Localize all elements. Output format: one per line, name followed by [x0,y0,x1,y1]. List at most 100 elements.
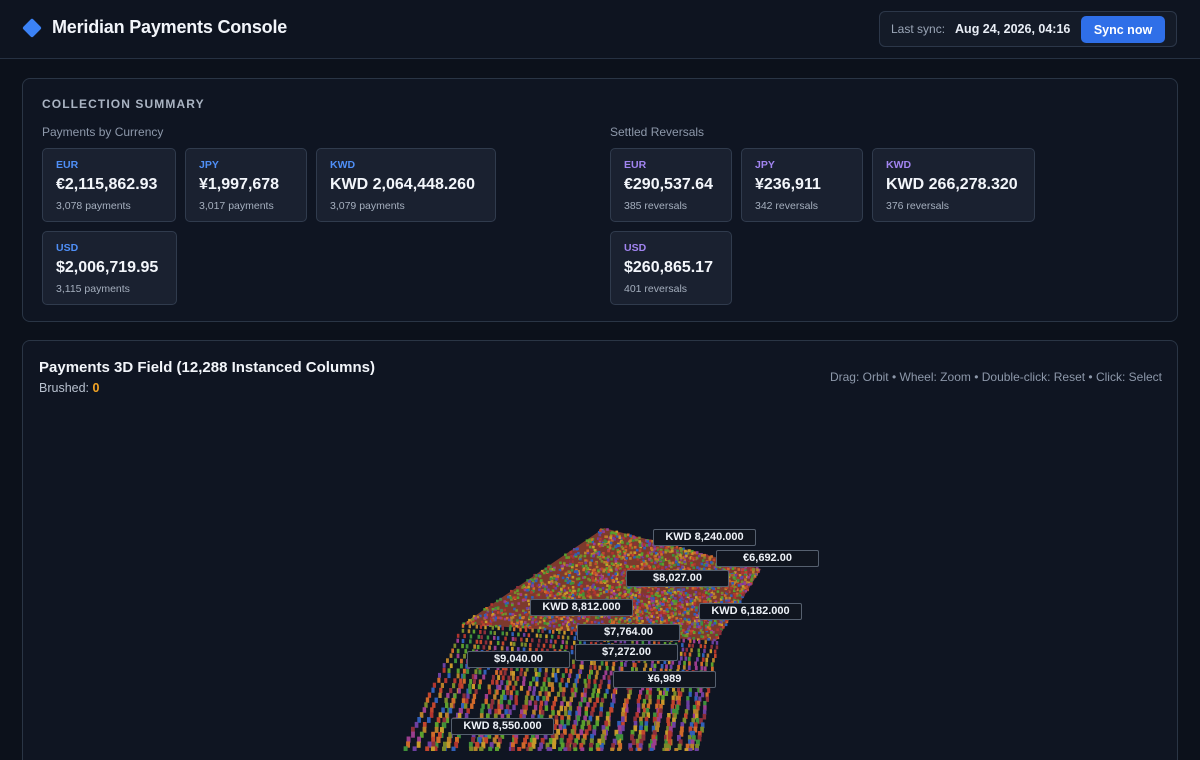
payment-card-eur[interactable]: EUR €2,115,862.93 3,078 payments [42,148,176,222]
value-label[interactable]: KWD 8,812.000 [530,599,633,616]
field-column [677,664,680,670]
value-label[interactable]: $8,027.00 [626,570,729,587]
field-column [452,683,456,689]
field-column [669,596,673,599]
field-column [686,593,689,597]
field-column [652,565,655,568]
field-column [635,602,639,606]
field-column [645,595,649,598]
field-column [670,607,674,610]
field-column [560,644,563,649]
field-column [475,639,479,644]
field-column [556,691,561,697]
field-column [446,692,450,699]
field-column [529,681,533,687]
field-column [646,589,650,593]
field-column [484,698,488,705]
sync-now-button[interactable]: Sync now [1081,16,1165,43]
field-column [589,566,592,569]
field-column [517,602,521,605]
field-column [456,648,460,654]
value-label[interactable]: KWD 8,240.000 [653,529,756,546]
field-column [722,626,725,629]
field-column [640,616,643,620]
field-column [700,661,703,667]
field-column [648,611,651,615]
field-column [705,628,708,631]
field-column [465,644,469,649]
field-column [535,633,539,638]
field-column [605,535,608,539]
field-column [597,688,601,694]
field-column [650,615,653,618]
field-column [737,568,741,571]
field-column [551,615,554,619]
field-column [615,555,619,559]
field-column [676,557,679,560]
field-column [572,683,576,689]
value-label[interactable]: KWD 8,550.000 [451,718,554,735]
reversal-card-jpy[interactable]: JPY ¥236,911 342 reversals [741,148,863,222]
field-column [649,747,654,751]
field-column [552,630,555,634]
payment-card-kwd[interactable]: KWD KWD 2,064,448.260 3,079 payments [316,148,496,222]
field-column [461,624,465,628]
field-column [616,544,619,547]
field-column [565,564,569,567]
value-label[interactable]: $7,764.00 [577,624,680,641]
field-column [524,595,528,599]
field-column [667,599,671,602]
reversal-card-kwd[interactable]: KWD KWD 266,278.320 376 reversals [872,148,1035,222]
field-column [643,554,646,558]
field-column [681,588,685,591]
field-column [660,553,663,556]
field-column [751,570,755,574]
field-column [623,620,627,623]
field-column [532,690,536,696]
field-column [476,615,480,619]
field-column [444,697,448,704]
field-column [500,704,504,710]
value-label[interactable]: KWD 6,182.000 [699,603,802,620]
field-column [694,665,698,671]
card-count: 3,078 payments [56,200,131,212]
field-column [587,615,591,619]
field-column [591,576,594,579]
field-column [561,564,565,568]
field-column [468,688,472,694]
field-column [693,625,696,628]
columns-3d-canvas[interactable] [23,341,1177,751]
field-column [611,579,615,582]
field-column [623,552,627,555]
field-column [606,545,610,549]
reversal-card-eur[interactable]: EUR €290,537.64 385 reversals [610,148,732,222]
field-column [668,606,671,610]
field-column [695,606,698,609]
field-column [531,628,534,633]
payment-card-jpy[interactable]: JPY ¥1,997,678 3,017 payments [185,148,307,222]
field-column [579,591,583,594]
value-label[interactable]: $7,272.00 [575,644,678,661]
reversal-card-usd[interactable]: USD $260,865.17 401 reversals [610,231,732,305]
field-column [744,578,747,581]
field-column [570,650,574,655]
field-column [491,608,495,611]
field-column [650,608,654,611]
field-column [470,703,474,709]
field-column [608,616,611,619]
field-column [440,682,444,688]
field-column [589,665,593,670]
field-column [651,612,655,615]
value-label[interactable]: €6,692.00 [716,550,819,567]
field-column [670,565,673,569]
value-label[interactable]: $9,040.00 [467,651,570,668]
field-column [438,672,441,678]
field-column [591,585,594,588]
field-column [631,738,636,745]
field-column [594,674,598,680]
field-column [650,548,654,552]
payment-card-usd[interactable]: USD $2,006,719.95 3,115 payments [42,231,177,305]
value-label[interactable]: ¥6,989 [613,671,716,688]
field-column [658,604,661,608]
field-column [564,710,568,717]
